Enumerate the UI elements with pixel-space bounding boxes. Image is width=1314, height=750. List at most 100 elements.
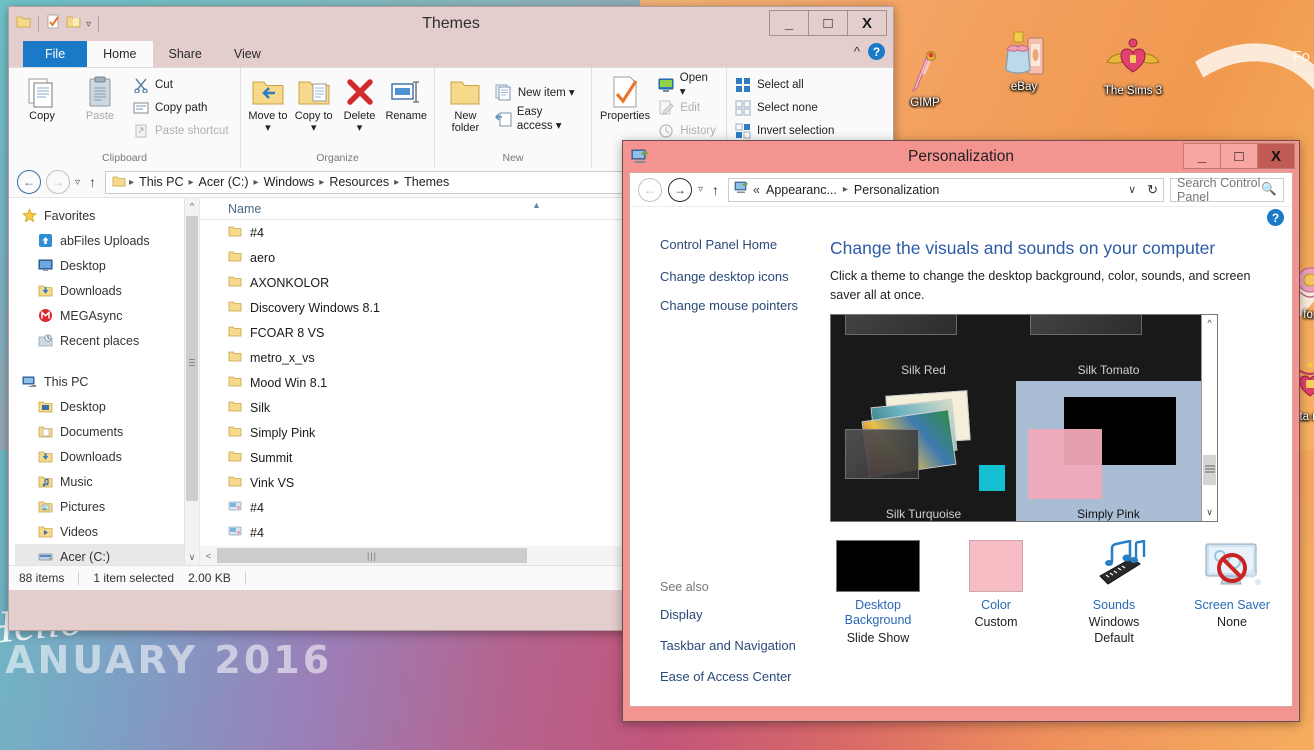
setting-sounds[interactable]: Sounds Windows Default <box>1068 538 1160 647</box>
theme-item-silk-tomato[interactable]: Silk Tomato <box>1016 314 1201 381</box>
copy-path-button[interactable]: Copy path <box>130 97 234 119</box>
up-button[interactable]: ↑ <box>85 174 100 190</box>
edit-button[interactable]: Edit <box>655 97 721 119</box>
nav-item-recent-places[interactable]: Recent places <box>15 328 199 353</box>
recent-locations-icon[interactable]: ▿ <box>698 184 703 195</box>
nav-scroll-up-icon[interactable]: ^ <box>185 198 199 214</box>
rename-button[interactable]: Rename <box>383 71 429 126</box>
see-also-link-taskbar-and-navigation[interactable]: Taskbar and Navigation <box>660 638 830 655</box>
back-button[interactable]: ← <box>638 177 662 202</box>
select-all-button[interactable]: Select all <box>732 74 839 96</box>
tab-file[interactable]: File <box>23 41 88 67</box>
nav-item-pc-desktop[interactable]: Desktop <box>15 394 199 419</box>
ribbon-tab-actions[interactable]: ^ ? <box>854 43 885 60</box>
properties-check-icon[interactable] <box>46 14 61 34</box>
nav-item-megasync[interactable]: MEGAsync <box>15 303 199 328</box>
properties-button[interactable]: Properties <box>597 71 653 126</box>
history-button[interactable]: History <box>655 120 721 142</box>
explorer-window-controls[interactable]: _ □ X <box>769 10 887 36</box>
select-none-button[interactable]: Select none <box>732 97 839 119</box>
personalization-address-bar[interactable]: ← → ▿ ↑ « Appearanc... ▸ Personalization… <box>630 173 1292 207</box>
breadcrumb-item-windows[interactable]: Windows <box>262 174 317 190</box>
nav-item-pc-downloads[interactable]: Downloads <box>15 444 199 469</box>
theme-gallery[interactable]: Silk Red Silk Tomato Silk Turquoise Simp… <box>830 313 1218 522</box>
personalization-title-bar[interactable]: Personalization _ □ X <box>623 141 1299 172</box>
nav-item-this-pc[interactable]: This PC <box>15 369 199 394</box>
theme-gallery-scrollbar[interactable]: ^ ∨ <box>1201 314 1217 521</box>
setting-desktop-background[interactable]: Desktop Background Slide Show <box>832 538 924 647</box>
tab-share[interactable]: Share <box>153 41 218 67</box>
dropdown-arrow-icon[interactable]: ▿ <box>86 19 91 30</box>
paste-shortcut-button[interactable]: Paste shortcut <box>130 120 234 142</box>
up-button[interactable]: ↑ <box>709 182 722 198</box>
back-button[interactable]: ← <box>17 170 41 194</box>
nav-item-pictures[interactable]: Pictures <box>15 494 199 519</box>
setting-link[interactable]: Color <box>950 598 1042 614</box>
column-header-name[interactable]: Name <box>200 202 261 216</box>
hscroll-left-icon[interactable]: < <box>200 551 217 561</box>
maximize-button[interactable]: □ <box>808 10 848 36</box>
personalization-side-nav[interactable]: Control Panel Home Change desktop icons … <box>630 231 830 706</box>
personalization-breadcrumb[interactable]: « Appearanc... ▸ Personalization ∨ ↻ <box>728 177 1165 202</box>
see-also-link-display[interactable]: Display <box>660 607 830 624</box>
see-also-link-ease-of-access-center[interactable]: Ease of Access Center <box>660 669 830 686</box>
delete-button[interactable]: Delete ▾ <box>338 71 382 137</box>
breadcrumb-item-this-pc[interactable]: This PC <box>137 174 185 190</box>
theme-scroll-down-icon[interactable]: ∨ <box>1202 504 1217 521</box>
open-button[interactable]: Open ▾ <box>655 72 721 98</box>
desktop-icon-the-sims-3[interactable]: The Sims 3 <box>1086 34 1180 98</box>
minimize-button[interactable]: _ <box>769 10 809 36</box>
recent-locations-icon[interactable]: ▿ <box>75 177 80 188</box>
theme-scroll-thumb[interactable] <box>1203 454 1216 485</box>
ribbon-tabs[interactable]: File Home Share View ^ ? <box>9 41 893 67</box>
breadcrumb-item-appearance[interactable]: Appearanc... <box>764 182 839 198</box>
nav-link-control-panel-home[interactable]: Control Panel Home <box>660 237 830 254</box>
folder-icon[interactable] <box>16 14 31 34</box>
nav-pane-scrollbar[interactable]: ^ ∨ <box>184 198 199 565</box>
refresh-icon[interactable]: ↻ <box>1140 182 1158 198</box>
setting-color[interactable]: Color Custom <box>950 538 1042 647</box>
new-folder-button[interactable]: New folder <box>440 71 491 137</box>
maximize-button[interactable]: □ <box>1220 143 1258 169</box>
breadcrumb-item-acer-c[interactable]: Acer (C:) <box>197 174 251 190</box>
nav-scroll-thumb[interactable] <box>186 216 198 501</box>
nav-item-documents[interactable]: Documents <box>15 419 199 444</box>
nav-item-downloads[interactable]: Downloads <box>15 278 199 303</box>
theme-item-silk-red[interactable]: Silk Red <box>831 314 1016 381</box>
theme-scroll-up-icon[interactable]: ^ <box>1202 315 1217 332</box>
setting-link[interactable]: Desktop Background <box>832 598 924 629</box>
chevron-down-icon[interactable]: ∨ <box>1128 183 1136 196</box>
close-button[interactable]: X <box>847 10 887 36</box>
help-icon[interactable]: ? <box>868 43 885 60</box>
forward-button[interactable]: → <box>668 177 692 202</box>
cut-button[interactable]: Cut <box>130 74 234 96</box>
desktop-icon-ebay[interactable]: eBay <box>977 30 1071 94</box>
breadcrumb-item-personalization[interactable]: Personalization <box>852 182 941 198</box>
navigation-pane[interactable]: Favorites abFiles Uploads Desktop Downlo… <box>9 198 199 565</box>
breadcrumb-item-resources[interactable]: Resources <box>327 174 391 190</box>
close-button[interactable]: X <box>1257 143 1295 169</box>
hscroll-thumb[interactable]: ||| <box>217 548 527 563</box>
help-icon[interactable]: ? <box>1267 209 1284 226</box>
setting-link[interactable]: Screen Saver <box>1186 598 1278 614</box>
move-to-button[interactable]: Move to ▾ <box>246 71 290 137</box>
nav-scroll-down-icon[interactable]: ∨ <box>185 549 199 565</box>
nav-item-music[interactable]: Music <box>15 469 199 494</box>
setting-screen-saver[interactable]: Screen Saver None <box>1186 538 1278 647</box>
breadcrumb-item-themes[interactable]: Themes <box>402 174 451 190</box>
search-control-panel-input[interactable]: Search Control Panel 🔍 <box>1170 176 1284 204</box>
nav-item-acer-c[interactable]: Acer (C:) <box>15 544 199 565</box>
tab-view[interactable]: View <box>218 41 277 67</box>
invert-selection-button[interactable]: Invert selection <box>732 120 839 142</box>
copy-button[interactable]: Copy <box>14 71 70 126</box>
nav-item-videos[interactable]: Videos <box>15 519 199 544</box>
nav-item-abfiles-uploads[interactable]: abFiles Uploads <box>15 228 199 253</box>
nav-item-desktop[interactable]: Desktop <box>15 253 199 278</box>
setting-link[interactable]: Sounds <box>1068 598 1160 614</box>
paste-button[interactable]: Paste <box>72 71 128 126</box>
personalization-window-controls[interactable]: _ □ X <box>1183 143 1295 169</box>
quick-access-toolbar[interactable]: ▿ <box>9 14 101 34</box>
collapse-ribbon-icon[interactable]: ^ <box>854 44 860 59</box>
theme-item-simply-pink[interactable]: Simply Pink <box>1016 380 1201 521</box>
explorer-title-bar[interactable]: ▿ Themes _ □ X <box>9 7 893 41</box>
